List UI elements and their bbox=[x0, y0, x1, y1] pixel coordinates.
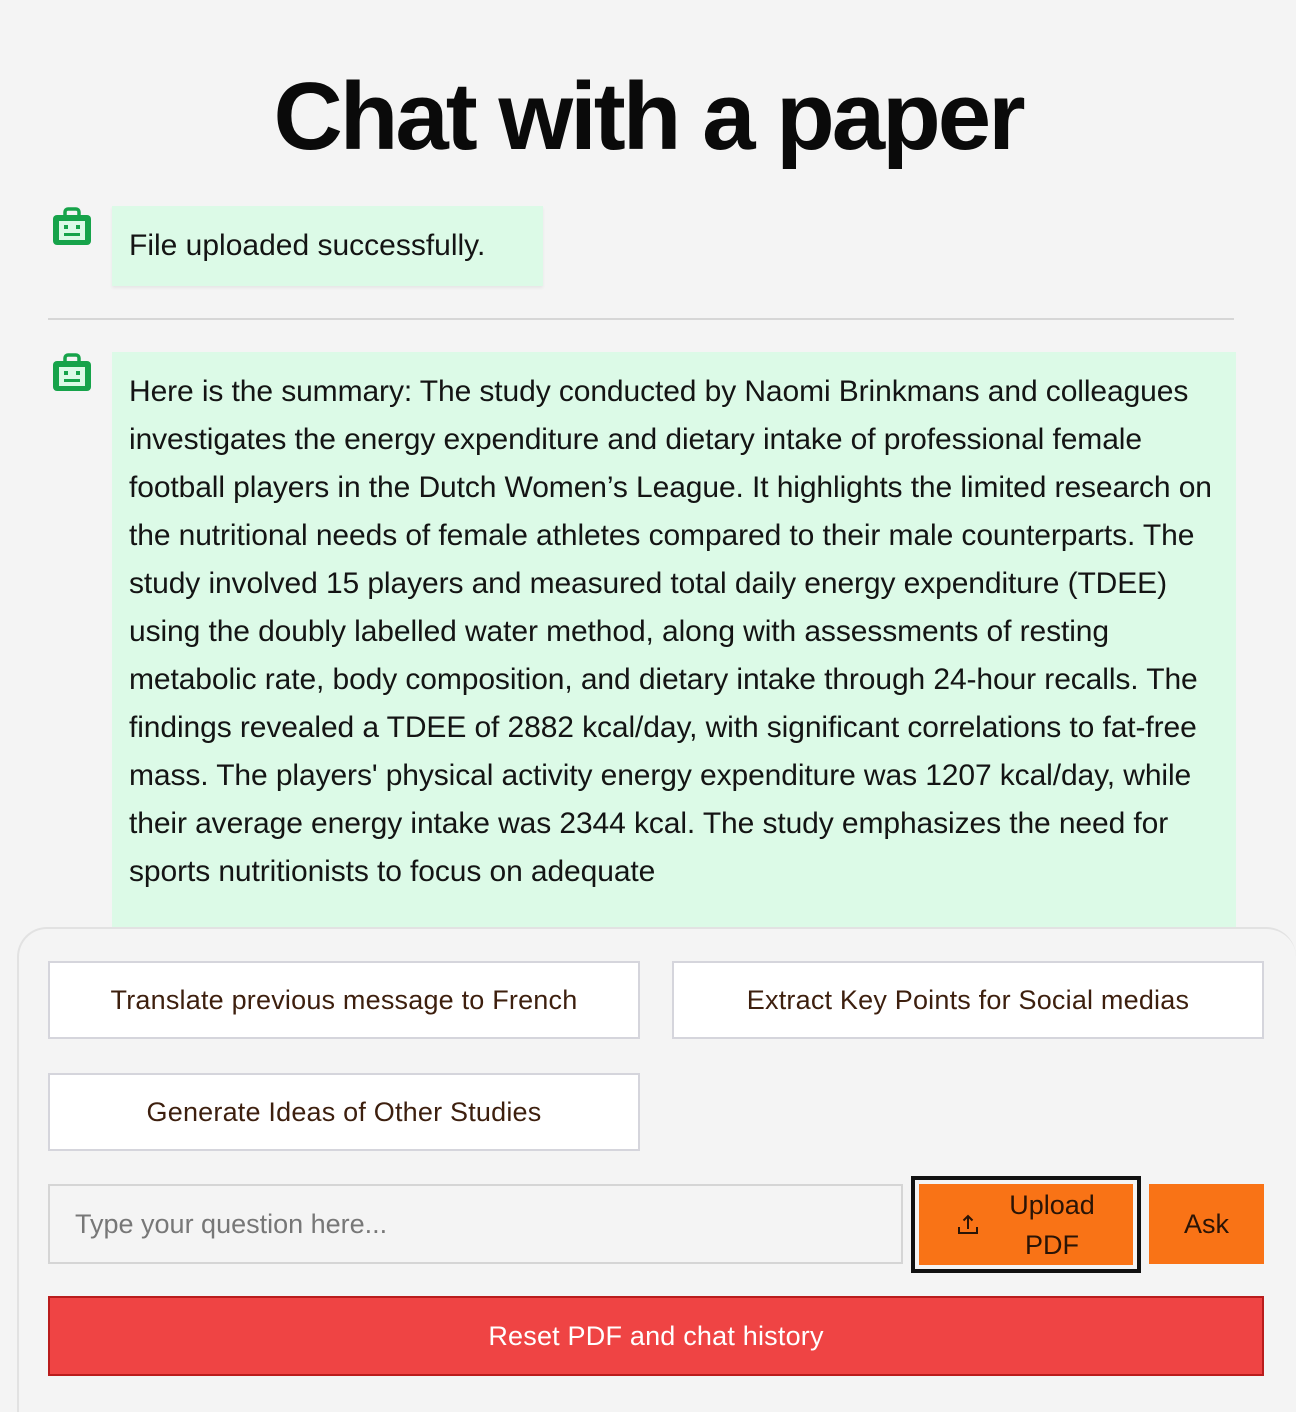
upload-pdf-label: Upload PDF bbox=[1009, 1189, 1095, 1260]
generate-ideas-button[interactable]: Generate Ideas of Other Studies bbox=[48, 1073, 640, 1151]
reset-button[interactable]: Reset PDF and chat history bbox=[48, 1296, 1264, 1376]
upload-icon bbox=[958, 1214, 978, 1234]
extract-key-points-button[interactable]: Extract Key Points for Social medias bbox=[672, 961, 1264, 1039]
message-divider bbox=[48, 318, 1234, 320]
translate-button[interactable]: Translate previous message to French bbox=[48, 961, 640, 1039]
question-input[interactable] bbox=[48, 1184, 903, 1264]
bot-icon bbox=[52, 352, 92, 392]
message-bubble: File uploaded successfully. bbox=[112, 206, 543, 286]
message-text: File uploaded successfully. bbox=[129, 229, 486, 262]
message-text: Here is the summary: The study conducted… bbox=[129, 375, 1212, 888]
upload-pdf-focus-ring: Upload PDF bbox=[911, 1176, 1141, 1273]
upload-pdf-button[interactable]: Upload PDF bbox=[919, 1184, 1133, 1265]
bot-icon bbox=[52, 206, 92, 246]
ask-button[interactable]: Ask bbox=[1149, 1184, 1264, 1264]
page-title: Chat with a paper bbox=[273, 63, 1025, 170]
